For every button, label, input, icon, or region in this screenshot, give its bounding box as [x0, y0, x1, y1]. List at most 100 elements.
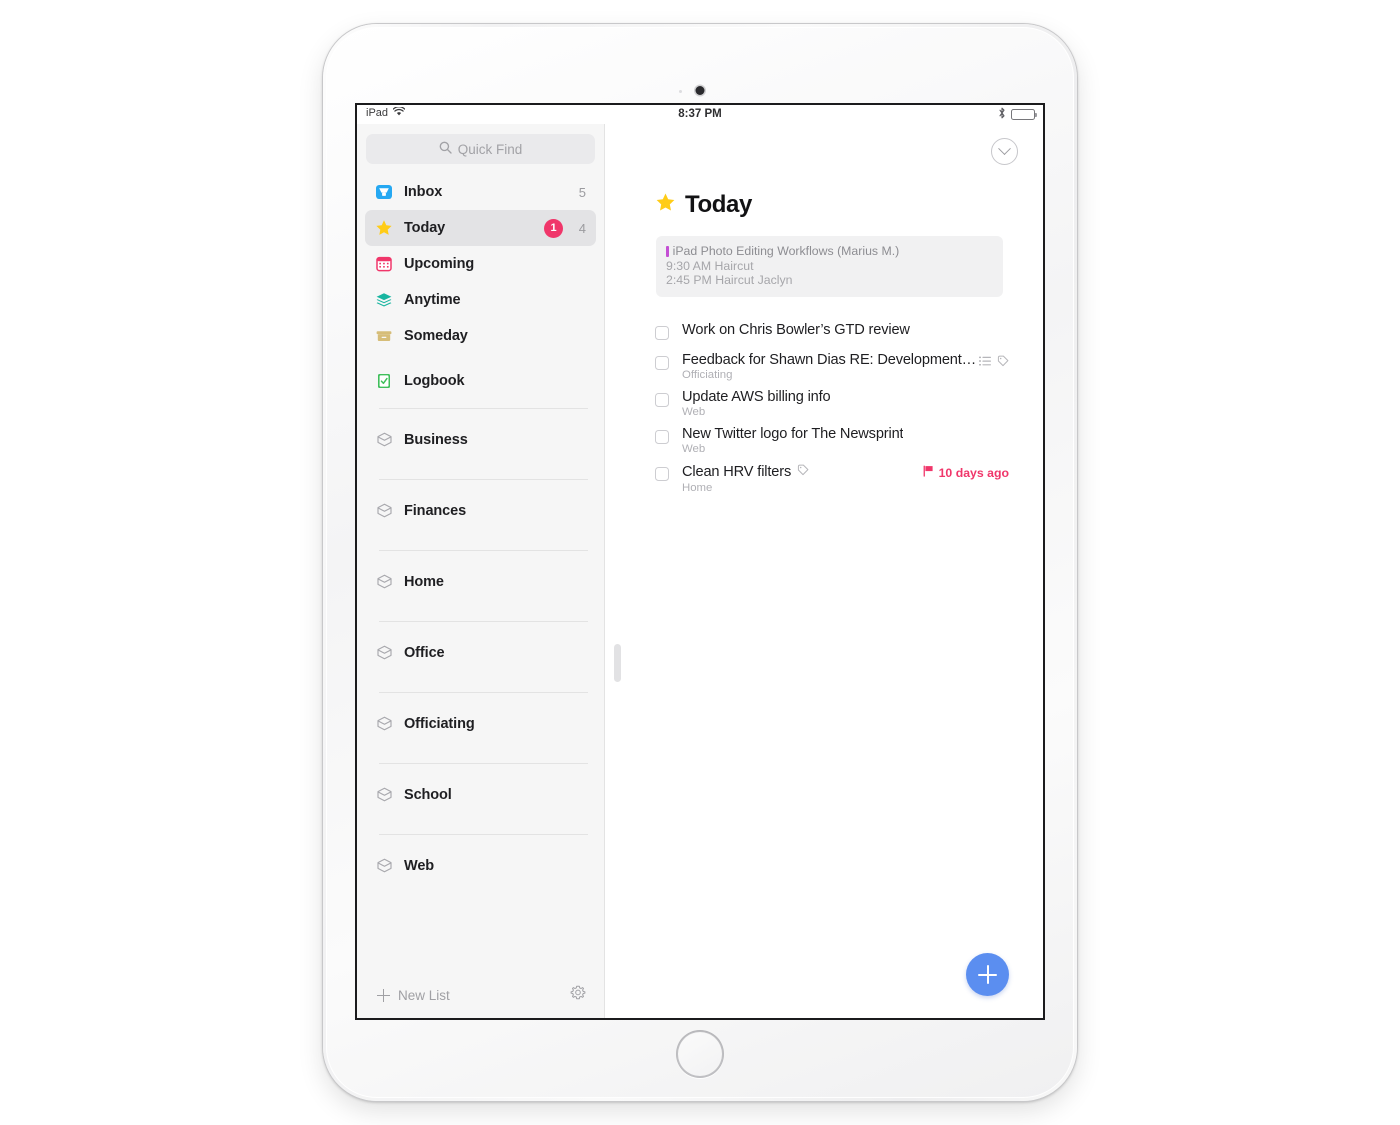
calendar-event-text: iPad Photo Editing Workflows (Marius M.)	[672, 244, 900, 258]
archive-box-icon	[375, 327, 393, 345]
area-cube-icon	[375, 431, 393, 449]
task-subtitle: Home	[682, 482, 713, 494]
sidebar-item-label: Officiating	[404, 715, 475, 732]
sidebar-item-label: Web	[404, 857, 435, 874]
task-checkbox[interactable]	[655, 393, 669, 407]
bluetooth-icon	[998, 107, 1006, 122]
task-checkbox[interactable]	[655, 356, 669, 370]
sidebar-item-count: 5	[578, 184, 586, 200]
calendar-icon	[375, 255, 393, 273]
task-row[interactable]: Update AWS billing info Web	[655, 389, 1009, 418]
sidebar-scroll-area[interactable]: Inbox 5 Today 1 4 Upcoming Anytime Somed…	[357, 174, 604, 972]
page-title-text: Today	[685, 191, 752, 218]
task-row[interactable]: New Twitter logo for The Newsprint Web	[655, 426, 1009, 455]
calendar-event-row: 9:30 AM Haircut	[666, 258, 754, 273]
ambient-sensor	[679, 90, 682, 93]
status-badge: 1	[544, 218, 563, 238]
sidebar-item-school[interactable]: School	[365, 777, 596, 812]
sidebar-item-office[interactable]: Office	[365, 635, 596, 670]
sidebar-item-logbook[interactable]: Logbook	[365, 363, 596, 399]
status-bar: iPad 8:37 PM	[357, 105, 1043, 124]
sidebar-item-finances[interactable]: Finances	[365, 493, 596, 528]
add-task-button[interactable]	[966, 953, 1009, 996]
sidebar-item-count: 4	[578, 220, 586, 236]
sidebar-item-label: Today	[404, 220, 446, 236]
layers-icon	[375, 291, 393, 309]
sidebar-item-business[interactable]: Business	[365, 422, 596, 457]
sidebar-item-label: Logbook	[404, 373, 465, 389]
task-body: New Twitter logo for The Newsprint Web	[682, 426, 1009, 455]
new-list-button[interactable]: New List	[377, 988, 570, 1003]
status-bar-clock: 8:37 PM	[678, 108, 722, 120]
sidebar-item-label: Anytime	[404, 292, 461, 308]
area-cube-icon	[375, 573, 393, 591]
main-content: Today iPad Photo Editing Workflows (Mari…	[606, 124, 1043, 1018]
task-title-row: Update AWS billing info	[682, 389, 1009, 405]
sidebar-item-label: Home	[404, 573, 444, 590]
task-title-row: Feedback for Shawn Dias RE: Development…	[682, 352, 1009, 368]
task-title-row: New Twitter logo for The Newsprint	[682, 426, 1009, 442]
chevron-down-glyph	[998, 142, 1011, 156]
task-subtitle: Officiating	[682, 369, 733, 381]
sidebar-item-label: Office	[404, 644, 445, 661]
tag-icon	[997, 354, 1009, 372]
page-title: Today	[655, 191, 752, 219]
task-row[interactable]: Work on Chris Bowler’s GTD review	[655, 322, 1009, 340]
calendar-event-row: iPad Photo Editing Workflows (Marius M.)	[666, 244, 993, 259]
task-subtitle: Web	[682, 406, 706, 418]
area-cube-icon	[375, 502, 393, 520]
plus-icon	[978, 965, 997, 984]
search-placeholder: Quick Find	[457, 141, 523, 157]
logbook-check-icon	[375, 372, 393, 390]
sidebar-item-web[interactable]: Web	[365, 848, 596, 883]
home-button[interactable]	[676, 1030, 724, 1078]
sidebar-item-label: Inbox	[404, 184, 443, 200]
task-checkbox[interactable]	[655, 326, 669, 340]
sidebar-item-someday[interactable]: Someday	[365, 318, 596, 354]
area-cube-icon	[375, 715, 393, 733]
calendar-event-row: 2:45 PM Haircut Jaclyn	[666, 273, 793, 287]
task-row[interactable]: Clean HRV filters Home 10 days ago	[655, 463, 1009, 494]
task-title: Work on Chris Bowler’s GTD review	[682, 322, 910, 338]
sidebar-item-anytime[interactable]: Anytime	[365, 282, 596, 318]
task-title: Feedback for Shawn Dias RE: Development…	[682, 352, 977, 368]
search-input[interactable]: Quick Find	[366, 134, 595, 164]
inbox-tray-icon	[375, 183, 393, 201]
calendar-events-card[interactable]: iPad Photo Editing Workflows (Marius M.)…	[656, 236, 1003, 297]
task-title-row: Work on Chris Bowler’s GTD review	[682, 322, 1009, 338]
due-date-badge: 10 days ago	[923, 465, 1009, 480]
sidebar-item-label: Someday	[404, 328, 468, 344]
task-row[interactable]: Feedback for Shawn Dias RE: Development……	[655, 352, 1009, 381]
task-subtitle: Web	[682, 443, 706, 455]
sidebar-resize-handle[interactable]	[614, 644, 621, 682]
sidebar-item-label: School	[404, 786, 452, 803]
task-list: Work on Chris Bowler’s GTD review Feedba…	[655, 322, 1009, 494]
area-cube-icon	[375, 786, 393, 804]
sidebar-item-today[interactable]: Today 1 4	[365, 210, 596, 246]
ipad-screen: iPad 8:37 PM Quick Find Inbox 5 Today 1 …	[357, 105, 1043, 1018]
task-checkbox[interactable]	[655, 430, 669, 444]
gear-icon[interactable]	[570, 985, 586, 1006]
sidebar-item-inbox[interactable]: Inbox 5	[365, 174, 596, 210]
battery-icon	[1011, 109, 1037, 120]
tag-icon	[797, 463, 809, 481]
sidebar-item-officiating[interactable]: Officiating	[365, 706, 596, 741]
sidebar-item-label: Finances	[404, 502, 467, 519]
sidebar-item-home[interactable]: Home	[365, 564, 596, 599]
chevron-down-circle-icon[interactable]	[991, 138, 1018, 165]
sidebar: Quick Find Inbox 5 Today 1 4 Upcoming An…	[357, 124, 605, 1018]
task-checkbox[interactable]	[655, 467, 669, 481]
sidebar-item-upcoming[interactable]: Upcoming	[365, 246, 596, 282]
sidebar-item-label: Business	[404, 431, 468, 448]
status-bar-right	[998, 107, 1037, 122]
star-icon	[375, 219, 393, 237]
